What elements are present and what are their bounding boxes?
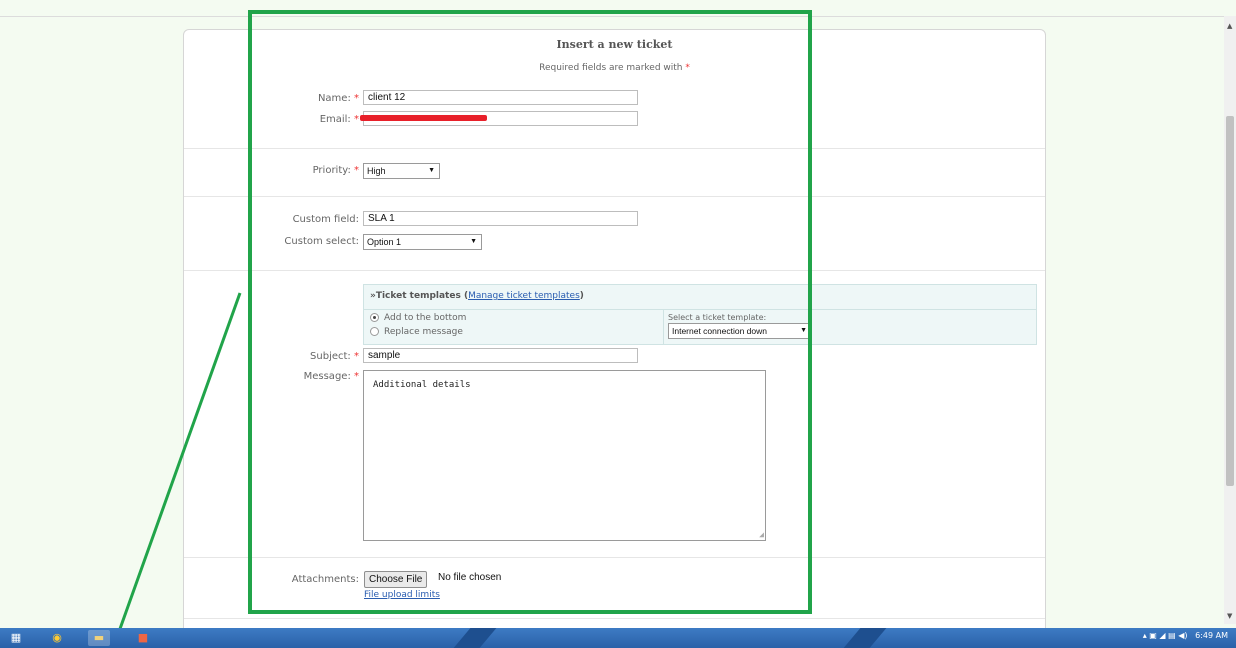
scrollbar-thumb[interactable] xyxy=(1226,116,1234,486)
taskbar-decoration xyxy=(453,628,497,648)
annotation-highlight-box xyxy=(248,10,812,614)
scroll-down-icon[interactable]: ▼ xyxy=(1227,612,1232,620)
clock-text: 6:49 AM xyxy=(1195,631,1228,640)
app-icon[interactable]: ■ xyxy=(132,630,154,646)
section-divider xyxy=(184,618,1045,619)
chrome-icon[interactable]: ◉ xyxy=(46,630,68,646)
tray-icons: ▴ ▣ ◢ ▤ ◀) xyxy=(1142,631,1193,640)
start-button-icon[interactable]: ▦ xyxy=(5,630,27,646)
scroll-up-icon[interactable]: ▲ xyxy=(1227,22,1232,30)
system-tray[interactable]: ▴ ▣ ◢ ▤ ◀) 6:49 AM xyxy=(1143,631,1228,640)
windows-taskbar: ▦ ◉ ▬ ■ ▴ ▣ ◢ ▤ ◀) 6:49 AM xyxy=(0,628,1236,648)
file-explorer-icon[interactable]: ▬ xyxy=(88,630,110,646)
page-scrollbar[interactable]: ▲ ▼ xyxy=(1224,16,1236,624)
taskbar-decoration xyxy=(843,628,887,648)
